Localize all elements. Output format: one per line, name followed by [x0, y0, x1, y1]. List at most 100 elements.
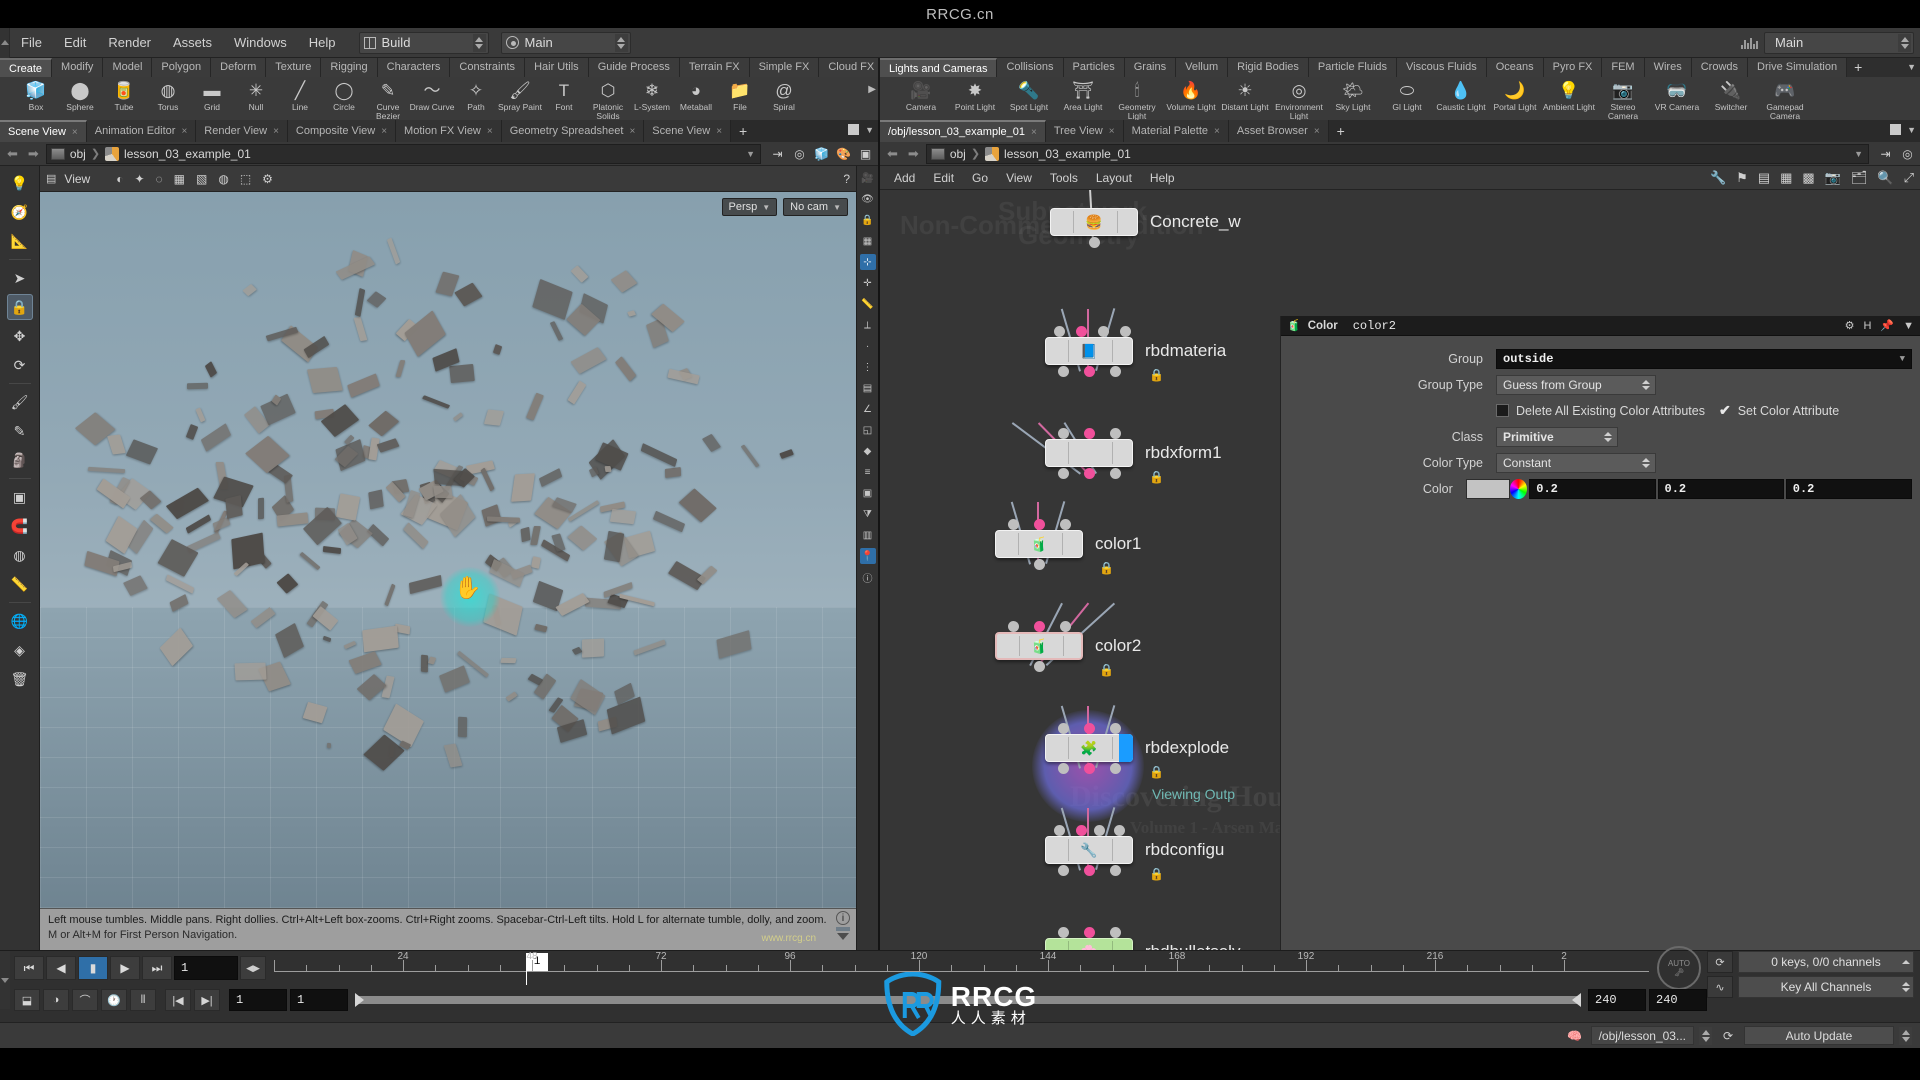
scene-view-tab-scene-view[interactable]: Scene View × [0, 120, 87, 142]
rail-lock-icon[interactable]: 🔒 [860, 212, 876, 228]
waveform-button-icon[interactable]: ⦀ [130, 989, 156, 1011]
node-lock-icon[interactable]: 🔒 [1149, 765, 1164, 779]
menu-help[interactable]: Help [298, 28, 347, 58]
node-body[interactable]: 📘 [1045, 337, 1133, 365]
menu-edit[interactable]: Edit [53, 28, 97, 58]
close-icon[interactable]: × [381, 126, 387, 137]
scene-view-tab-scene-view[interactable]: Scene View × [644, 120, 732, 142]
network-flag-icon[interactable]: ⚑ [1736, 170, 1748, 186]
timeline-ruler[interactable]: 1 24 48 72 96 120 144 168 192 216 2 [274, 951, 1649, 985]
rail-snap-icon[interactable]: ⊹ [859, 254, 876, 270]
node-body[interactable]: 🍔 [1050, 208, 1138, 236]
shelf-left-tab-cloud-fx[interactable]: Cloud FX [819, 58, 878, 77]
group-tool-icon[interactable]: ▣ [7, 484, 33, 510]
path-node[interactable]: lesson_03_example_01 [124, 147, 251, 161]
shelf-right-tab-wires[interactable]: Wires [1644, 58, 1692, 77]
network-pane-menu-icon[interactable]: ▼ [1907, 125, 1916, 135]
shelf-right-tool-distant-light[interactable]: ☀ Distant Light [1218, 77, 1272, 120]
status-path[interactable]: /obj/lesson_03... [1590, 1026, 1694, 1045]
network-node[interactable]: rbdxform1 [1045, 439, 1222, 467]
shelf-right-tool-environment-light[interactable]: ◎ Environment Light [1272, 77, 1326, 120]
shelf-right-tool-gamepad-camera[interactable]: 🎮 Gamepad Camera [1758, 77, 1812, 120]
status-path-spinner[interactable] [1699, 1026, 1712, 1045]
viewport-menu-icon[interactable]: ▤ [46, 172, 56, 185]
node-input-port[interactable] [1083, 427, 1095, 439]
range-left-handle[interactable] [355, 993, 364, 1007]
network-menu-tools[interactable]: Tools [1042, 166, 1086, 190]
close-icon[interactable]: × [72, 127, 78, 138]
display-icon[interactable]: ▣ [857, 145, 874, 162]
soft-tool-icon[interactable]: ◍ [7, 542, 33, 568]
close-icon[interactable]: × [1314, 126, 1320, 137]
network-tab-tree-view[interactable]: Tree View × [1045, 120, 1124, 142]
set-start-key-icon[interactable]: |◀ [165, 989, 191, 1011]
node-output-port[interactable] [1057, 365, 1069, 377]
viewport-snapshot-icon[interactable]: ⬚ [240, 172, 251, 186]
set-end-key-icon[interactable]: ▶| [194, 989, 220, 1011]
node-input-port[interactable] [1109, 926, 1121, 938]
shelf-right-tool-vr-camera[interactable]: 🥽 VR Camera [1650, 77, 1704, 120]
shelf-left-tool-sphere[interactable]: ⬤ Sphere [58, 77, 102, 120]
material-icon[interactable]: 🎨 [835, 145, 852, 162]
range-right-handle[interactable] [1572, 993, 1581, 1007]
pin-icon[interactable]: ⇥ [769, 145, 786, 162]
node-input-port[interactable] [1083, 722, 1095, 734]
shelf-right-tool-point-light[interactable]: ✸ Point Light [948, 77, 1002, 120]
audio-icon[interactable]: ◑ [43, 989, 69, 1011]
network-snapshot-icon[interactable]: 📷 [1825, 170, 1841, 186]
network-path-dropdown-icon[interactable]: ▼ [1854, 149, 1863, 159]
rail-eye-icon[interactable]: 👁 [860, 191, 876, 207]
trash-tool-icon[interactable]: 🗑 [7, 666, 33, 692]
global-end-input[interactable]: 240 [1649, 989, 1707, 1011]
shelf-right-tool-spot-light[interactable]: 🔦 Spot Light [1002, 77, 1056, 120]
shelf-right-tool-portal-light[interactable]: 🌙 Portal Light [1488, 77, 1542, 120]
class-menu[interactable]: Primitive [1496, 426, 1618, 447]
rail-custom-icon[interactable]: ◆ [860, 443, 876, 459]
shelf-left-tool-tube[interactable]: 🥫 Tube [102, 77, 146, 120]
shelf-right-tab-collisions[interactable]: Collisions [997, 58, 1064, 77]
shelf-left-tool-circle[interactable]: ◯ Circle [322, 77, 366, 120]
key-mode-spinner[interactable] [1902, 982, 1910, 992]
rail-filter-icon[interactable]: ⧩ [860, 506, 876, 522]
shelf-right-tool-volume-light[interactable]: 🔥 Volume Light [1164, 77, 1218, 120]
color-swatch[interactable] [1465, 478, 1511, 499]
network-maximize-icon[interactable] [1890, 124, 1902, 135]
scene-view-tab-composite-view[interactable]: Composite View × [287, 120, 397, 142]
shelf-right-tool-gl-light[interactable]: ⬭ Gl Light [1380, 77, 1434, 120]
shelf-left-tab-modify[interactable]: Modify [52, 58, 104, 77]
range-slider[interactable] [355, 993, 1581, 1007]
magnet-tool-icon[interactable]: 🧲 [7, 513, 33, 539]
shelf-right-tab-particles[interactable]: Particles [1063, 58, 1125, 77]
channel-sync-icon[interactable]: ⟳ [1707, 951, 1733, 973]
rail-angle-icon[interactable]: ∠ [860, 401, 876, 417]
attribute-tool-icon[interactable]: ◈ [7, 637, 33, 663]
viewport-wire-icon[interactable]: ▧ [196, 172, 207, 186]
jump-start-button[interactable]: ⏮ [14, 956, 44, 980]
node-output-port[interactable] [1033, 660, 1045, 672]
target-icon[interactable]: ◎ [791, 145, 808, 162]
viewport-view-label[interactable]: View [64, 172, 90, 186]
shelf-left-scroll-right-icon[interactable]: ▶ [868, 84, 876, 95]
scene-view-tab-geometry-spreadsheet[interactable]: Geometry Spreadsheet × [501, 120, 645, 142]
shelf-left-tab-deform[interactable]: Deform [211, 58, 267, 77]
node-input-port[interactable] [1053, 824, 1065, 836]
right-layout-selector[interactable]: Main [1764, 31, 1914, 54]
menubar-grip[interactable] [0, 27, 10, 58]
keys-status-spinner[interactable] [1902, 960, 1910, 964]
node-output-port[interactable] [1109, 864, 1121, 876]
rail-camera-icon[interactable]: 🎥 [860, 170, 876, 186]
shelf-right-tab-rigid-bodies[interactable]: Rigid Bodies [1228, 58, 1309, 77]
node-input-port[interactable] [1075, 325, 1087, 337]
node-output-port[interactable] [1083, 365, 1095, 377]
node-body[interactable]: 🧃 [995, 530, 1083, 558]
network-tab-material-palette[interactable]: Material Palette × [1123, 120, 1229, 142]
rail-point-icon[interactable]: ∙ [860, 338, 876, 354]
rail-display-icon[interactable]: ▣ [860, 485, 876, 501]
shelf-left-tab-characters[interactable]: Characters [377, 58, 451, 77]
node-input-port[interactable] [1007, 620, 1019, 632]
rail-multi-icon[interactable]: ⋮ [860, 359, 876, 375]
network-target-icon[interactable]: ◎ [1899, 145, 1916, 162]
rail-layer-icon[interactable]: ▤ [860, 380, 876, 396]
select-tool-icon[interactable]: ➤ [7, 265, 33, 291]
node-input-port[interactable] [1059, 518, 1071, 530]
